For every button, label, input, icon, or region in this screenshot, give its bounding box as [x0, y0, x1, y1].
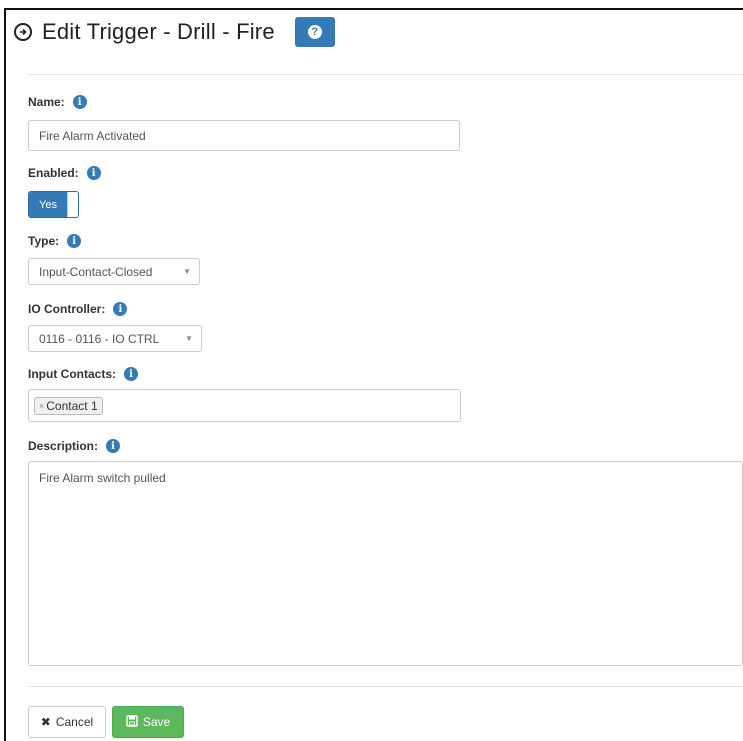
page-title: Edit Trigger - Drill - Fire: [42, 19, 275, 44]
chevron-down-icon: ▼: [185, 334, 193, 343]
type-select[interactable]: Input-Contact-Closed ▼: [28, 258, 200, 285]
frame-top-border: [4, 8, 743, 10]
question-circle-icon: ?: [307, 25, 322, 39]
header-divider: [28, 74, 743, 75]
footer-divider: [28, 686, 743, 687]
save-button[interactable]: Save: [112, 706, 184, 738]
page-header: Edit Trigger - Drill - Fire ?: [14, 14, 335, 50]
x-icon: ✖: [40, 715, 51, 729]
info-circle-icon[interactable]: i: [113, 302, 128, 316]
floppy-disk-icon: [126, 714, 138, 730]
info-circle-icon[interactable]: i: [72, 95, 87, 109]
toggle-on-label: Yes: [29, 192, 67, 217]
info-circle-icon[interactable]: i: [124, 367, 138, 381]
chevron-down-icon: ▼: [183, 267, 191, 276]
io-controller-select[interactable]: 0116 - 0116 - IO CTRL ▼: [28, 325, 202, 352]
toggle-handle: [67, 192, 78, 217]
help-button[interactable]: ?: [294, 17, 335, 47]
enabled-toggle[interactable]: Yes: [28, 191, 79, 218]
cancel-button[interactable]: ✖ Cancel: [28, 706, 106, 738]
input-contacts-multiselect[interactable]: × Contact 1: [28, 389, 461, 422]
arrow-circle-icon: [14, 23, 32, 41]
name-label: Name: i: [28, 95, 87, 109]
info-circle-icon[interactable]: i: [86, 166, 101, 180]
io-controller-label: IO Controller: i: [28, 302, 128, 316]
enabled-label: Enabled: i: [28, 166, 101, 180]
contact-tag: × Contact 1: [34, 396, 103, 415]
name-input[interactable]: Fire Alarm Activated: [28, 120, 460, 151]
input-contacts-label: Input Contacts: i: [28, 367, 138, 381]
description-label: Description: i: [28, 439, 121, 453]
type-label: Type: i: [28, 234, 82, 248]
remove-tag-icon[interactable]: ×: [39, 401, 44, 411]
frame-left-border: [4, 8, 6, 741]
info-circle-icon[interactable]: i: [106, 439, 121, 453]
info-circle-icon[interactable]: i: [67, 234, 82, 248]
description-textarea[interactable]: Fire Alarm switch pulled: [28, 461, 743, 666]
